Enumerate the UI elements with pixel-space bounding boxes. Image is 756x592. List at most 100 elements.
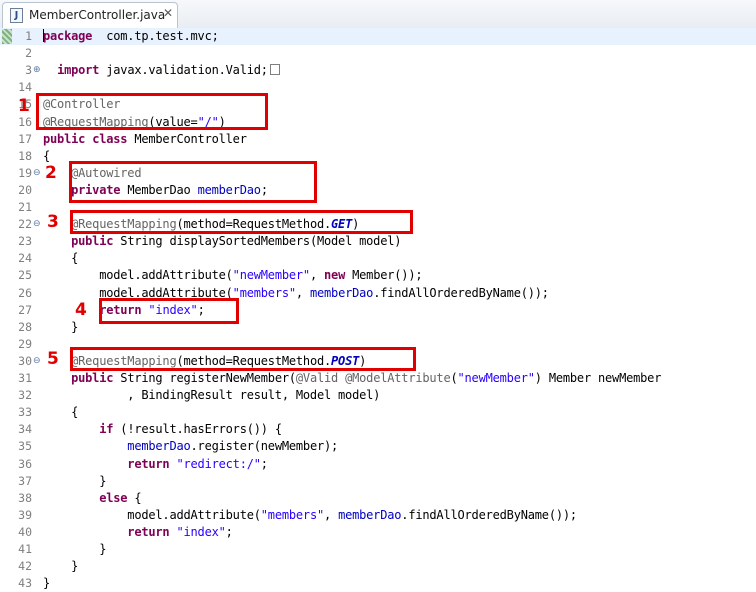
code-text: { bbox=[43, 404, 78, 421]
code-token: new bbox=[324, 268, 346, 283]
code-line[interactable]: 40 return "index"; bbox=[0, 524, 756, 541]
code-line[interactable]: 17 public class MemberController bbox=[0, 131, 756, 148]
code-line[interactable]: 37 } bbox=[0, 473, 756, 490]
code-token: ( bbox=[450, 371, 458, 385]
annotation-box-3 bbox=[70, 210, 413, 234]
line-number: 42 bbox=[18, 559, 32, 574]
line-number: 30 bbox=[18, 353, 32, 368]
line-number: 37 bbox=[18, 473, 32, 488]
code-text: { bbox=[43, 250, 78, 267]
java-file-icon: J bbox=[10, 8, 23, 23]
annotation-number-3: 3 bbox=[47, 212, 59, 232]
line-number: 33 bbox=[18, 405, 32, 420]
line-number: 16 bbox=[18, 114, 32, 129]
code-line[interactable]: 36 return "redirect:/"; bbox=[0, 456, 756, 473]
code-token: (!result.hasErrors()) { bbox=[113, 422, 282, 437]
code-token: .findAllOrderedByName()); bbox=[401, 507, 577, 522]
code-line[interactable]: 39 model.addAttribute("members", memberD… bbox=[0, 507, 756, 524]
code-token: { bbox=[43, 148, 51, 163]
fold-toggle-icon[interactable]: ⊖ bbox=[33, 165, 41, 182]
code-token: String displaySortedMembers(Model model) bbox=[113, 234, 402, 249]
code-line[interactable]: 42 } bbox=[0, 558, 756, 575]
fold-toggle-icon[interactable]: ⊖ bbox=[33, 353, 41, 370]
line-number: 24 bbox=[18, 251, 32, 266]
annotation-number-4: 4 bbox=[75, 300, 87, 320]
code-text: public String displaySortedMembers(Model… bbox=[43, 233, 401, 250]
code-text: } bbox=[43, 319, 78, 336]
code-token: if bbox=[99, 422, 114, 437]
code-editor[interactable]: 1 package com.tp.test.mvc; 2 3 ⊕ import java… bbox=[0, 28, 756, 592]
line-number: 26 bbox=[18, 285, 32, 300]
close-icon[interactable]: ✕ bbox=[163, 6, 173, 20]
code-text: , BindingResult result, Model model) bbox=[43, 387, 380, 404]
tab-label: MemberController.java bbox=[29, 8, 166, 22]
line-number: 40 bbox=[18, 524, 32, 539]
line-number: 22 bbox=[18, 217, 32, 232]
code-text: } bbox=[43, 558, 78, 575]
code-token: } bbox=[43, 576, 51, 591]
code-token: "newMember" bbox=[457, 371, 535, 385]
code-text: package com.tp.test.mvc; bbox=[43, 28, 219, 45]
code-token: model.addAttribute( bbox=[43, 268, 233, 283]
code-line[interactable]: 3 ⊕ import javax.validation.Valid; bbox=[0, 62, 756, 79]
code-token: "newMember" bbox=[232, 268, 310, 283]
code-token: MemberController bbox=[127, 131, 247, 146]
code-line[interactable]: 33 { bbox=[0, 404, 756, 421]
code-line[interactable]: 2 bbox=[0, 45, 756, 62]
annotation-box-1 bbox=[36, 93, 268, 130]
line-number: 2 bbox=[25, 46, 32, 61]
code-token: "members" bbox=[232, 285, 296, 300]
folded-imports-icon bbox=[269, 64, 280, 76]
code-text: } bbox=[43, 473, 106, 490]
code-line[interactable]: 24 { bbox=[0, 250, 756, 267]
line-number: 25 bbox=[18, 268, 32, 283]
annotation-number-5: 5 bbox=[47, 349, 59, 369]
line-number: 34 bbox=[18, 422, 32, 437]
code-line[interactable]: 1 package com.tp.test.mvc; bbox=[0, 28, 756, 45]
annotation-box-4 bbox=[99, 298, 239, 324]
code-token: { bbox=[43, 405, 79, 420]
line-number: 18 bbox=[18, 148, 32, 163]
annotation-number-2: 2 bbox=[45, 163, 57, 183]
line-number: 29 bbox=[18, 336, 32, 351]
code-token: javax.validation.Valid; bbox=[99, 63, 268, 78]
code-line[interactable]: 23 public String displaySortedMembers(Mo… bbox=[0, 233, 756, 250]
tab-membercontroller-java[interactable]: J MemberController.java ✕ bbox=[2, 2, 178, 28]
code-line[interactable]: 31 public String registerNewMember(@Vali… bbox=[0, 370, 756, 387]
line-number: 27 bbox=[18, 302, 32, 317]
code-token: @Valid bbox=[295, 371, 339, 385]
line-number: 28 bbox=[18, 319, 32, 334]
code-token: { bbox=[127, 490, 142, 505]
line-number: 3 bbox=[25, 63, 32, 78]
code-line[interactable]: 25 model.addAttribute("newMember", new M… bbox=[0, 267, 756, 284]
code-token: memberDao bbox=[309, 285, 374, 300]
code-line[interactable]: 32 , BindingResult result, Model model) bbox=[0, 387, 756, 404]
code-line[interactable]: 35 memberDao.register(newMember); bbox=[0, 438, 756, 455]
line-number: 35 bbox=[18, 439, 32, 454]
line-number: 14 bbox=[18, 80, 32, 95]
code-token: memberDao bbox=[338, 507, 402, 522]
code-text: else { bbox=[43, 490, 141, 507]
fold-toggle-icon[interactable]: ⊖ bbox=[33, 216, 41, 233]
code-token: return bbox=[127, 456, 170, 471]
line-number: 38 bbox=[18, 490, 32, 505]
annotation-number-1: 1 bbox=[18, 96, 30, 116]
code-token: String registerNewMember( bbox=[113, 371, 296, 385]
code-line[interactable]: 41 } bbox=[0, 541, 756, 558]
code-token: model.addAttribute( bbox=[43, 507, 261, 522]
code-line[interactable]: 34 if (!result.hasErrors()) { bbox=[0, 421, 756, 438]
code-token: .register(newMember); bbox=[190, 439, 339, 454]
code-line[interactable]: 43} bbox=[0, 575, 756, 592]
code-token: ; bbox=[225, 524, 233, 539]
code-line[interactable]: 38 else { bbox=[0, 490, 756, 507]
code-token: "members" bbox=[260, 507, 324, 522]
code-token: ; bbox=[260, 456, 268, 471]
fold-toggle-icon[interactable]: ⊕ bbox=[33, 62, 41, 79]
code-token: .findAllOrderedByName()); bbox=[373, 285, 549, 300]
